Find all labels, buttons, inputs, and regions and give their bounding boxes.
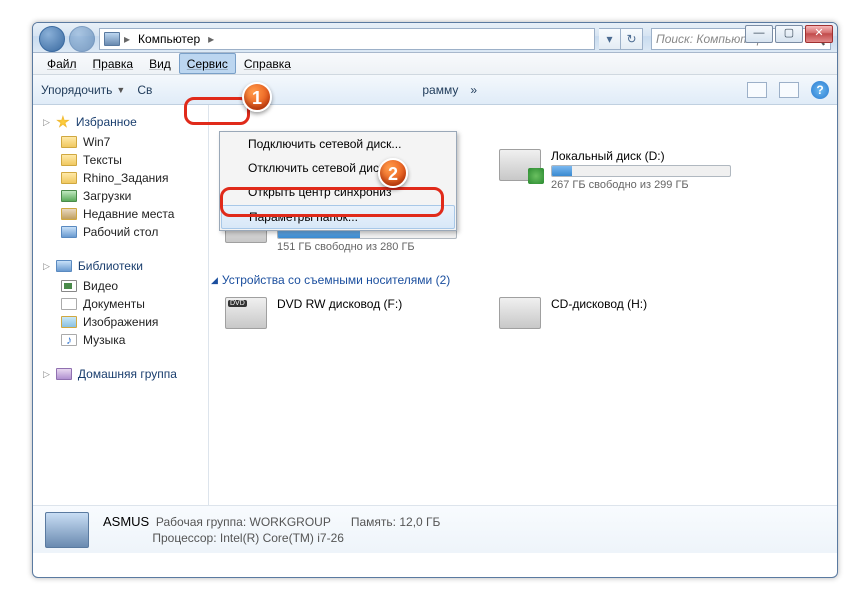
view-mode-button[interactable] <box>747 82 767 98</box>
drive-icon <box>499 149 541 181</box>
menu-map-drive[interactable]: Подключить сетевой диск... <box>220 132 456 156</box>
sidebar-item-pictures[interactable]: Изображения <box>33 313 208 331</box>
folder-icon <box>61 154 77 166</box>
cd-icon <box>499 297 541 329</box>
menu-file[interactable]: Файл <box>39 53 85 74</box>
menu-sync-center[interactable]: Открыть центр синхрониз <box>220 180 456 204</box>
computer-large-icon <box>45 512 89 548</box>
breadcrumb-computer[interactable]: Компьютер <box>134 32 204 46</box>
menu-tools[interactable]: Сервис <box>179 53 236 74</box>
recent-icon <box>61 208 77 220</box>
drive-d-name: Локальный диск (D:) <box>551 149 759 163</box>
explorer-window: ▸ Компьютер ▸ ▾ ↻ Поиск: Компьютер 🔍 — ▢… <box>32 22 838 578</box>
drive-d-bar <box>551 165 731 177</box>
sidebar-item-video[interactable]: Видео <box>33 277 208 295</box>
sidebar-item-rhino[interactable]: Rhino_Задания <box>33 169 208 187</box>
dvd-icon <box>225 297 267 329</box>
drive-dvd[interactable]: DVD RW дисковод (F:) <box>225 297 485 329</box>
address-dropdown-button[interactable]: ▾ <box>599 28 621 50</box>
help-icon[interactable]: ? <box>811 81 829 99</box>
sidebar-item-documents[interactable]: Документы <box>33 295 208 313</box>
breadcrumb-sep: ▸ <box>208 32 214 46</box>
program-button-partial[interactable]: рамму <box>422 83 458 97</box>
documents-icon <box>61 298 77 310</box>
menu-unmap-drive[interactable]: Отключить сетевой диск... <box>220 156 456 180</box>
nav-pane: ▷Избранное Win7 Тексты Rhino_Задания Заг… <box>33 105 209 505</box>
sidebar-item-desktop[interactable]: Рабочий стол <box>33 223 208 241</box>
tools-dropdown: Подключить сетевой диск... Отключить сет… <box>219 131 457 231</box>
menu-edit[interactable]: Правка <box>85 53 142 74</box>
toolbar-more[interactable]: » <box>470 83 477 97</box>
menubar: Файл Правка Вид Сервис Справка <box>33 53 837 75</box>
video-icon <box>61 280 77 292</box>
folder-icon <box>61 172 77 184</box>
preview-pane-button[interactable] <box>779 82 799 98</box>
drive-e-free: 151 ГБ свободно из 280 ГБ <box>277 241 485 253</box>
homegroup-icon <box>56 368 72 380</box>
nav-forward-button[interactable] <box>69 26 95 52</box>
drive-cd[interactable]: CD-дисковод (H:) <box>499 297 759 329</box>
status-pc-name: ASMUS <box>103 514 149 529</box>
libraries-header[interactable]: ▷Библиотеки <box>33 255 208 277</box>
minimize-button[interactable]: — <box>745 25 773 43</box>
nav-back-button[interactable] <box>39 26 65 52</box>
sidebar-item-win7[interactable]: Win7 <box>33 133 208 151</box>
organize-button[interactable]: Упорядочить ▼ <box>41 83 125 97</box>
music-icon: ♪ <box>61 334 77 346</box>
titlebar: ▸ Компьютер ▸ ▾ ↻ Поиск: Компьютер 🔍 — ▢… <box>33 23 837 53</box>
callout-badge-2: 2 <box>378 158 408 188</box>
desktop-icon <box>61 226 77 238</box>
status-bar: ASMUS Рабочая группа: WORKGROUP Память: … <box>33 505 837 553</box>
downloads-icon <box>61 190 77 202</box>
pictures-icon <box>61 316 77 328</box>
computer-icon <box>104 32 120 46</box>
menu-view[interactable]: Вид <box>141 53 179 74</box>
menu-help[interactable]: Справка <box>236 53 299 74</box>
favorites-header[interactable]: ▷Избранное <box>33 111 208 133</box>
sidebar-item-texts[interactable]: Тексты <box>33 151 208 169</box>
callout-badge-1: 1 <box>242 82 272 112</box>
menu-folder-options[interactable]: Параметры папок... <box>221 205 455 229</box>
libraries-icon <box>56 260 72 272</box>
refresh-button[interactable]: ↻ <box>621 28 643 50</box>
sidebar-item-downloads[interactable]: Загрузки <box>33 187 208 205</box>
star-icon <box>56 115 70 129</box>
sidebar-item-music[interactable]: ♪Музыка <box>33 331 208 349</box>
properties-button-partial[interactable]: Св <box>137 83 152 97</box>
homegroup-header[interactable]: ▷Домашняя группа <box>33 363 208 385</box>
drive-dvd-name: DVD RW дисковод (F:) <box>277 297 485 311</box>
drive-d[interactable]: Локальный диск (D:) 267 ГБ свободно из 2… <box>499 149 759 191</box>
toolbar: Упорядочить ▼ Св рамму » ? <box>33 75 837 105</box>
maximize-button[interactable]: ▢ <box>775 25 803 43</box>
folder-icon <box>61 136 77 148</box>
sidebar-item-recent[interactable]: Недавние места <box>33 205 208 223</box>
group-removable-header[interactable]: ◢Устройства со съемными носителями (2) <box>211 273 450 287</box>
drive-d-free: 267 ГБ свободно из 299 ГБ <box>551 179 759 191</box>
close-button[interactable]: ✕ <box>805 25 833 43</box>
drive-cd-name: CD-дисковод (H:) <box>551 297 759 311</box>
address-bar[interactable]: ▸ Компьютер ▸ <box>99 28 595 50</box>
breadcrumb-sep: ▸ <box>124 32 130 46</box>
